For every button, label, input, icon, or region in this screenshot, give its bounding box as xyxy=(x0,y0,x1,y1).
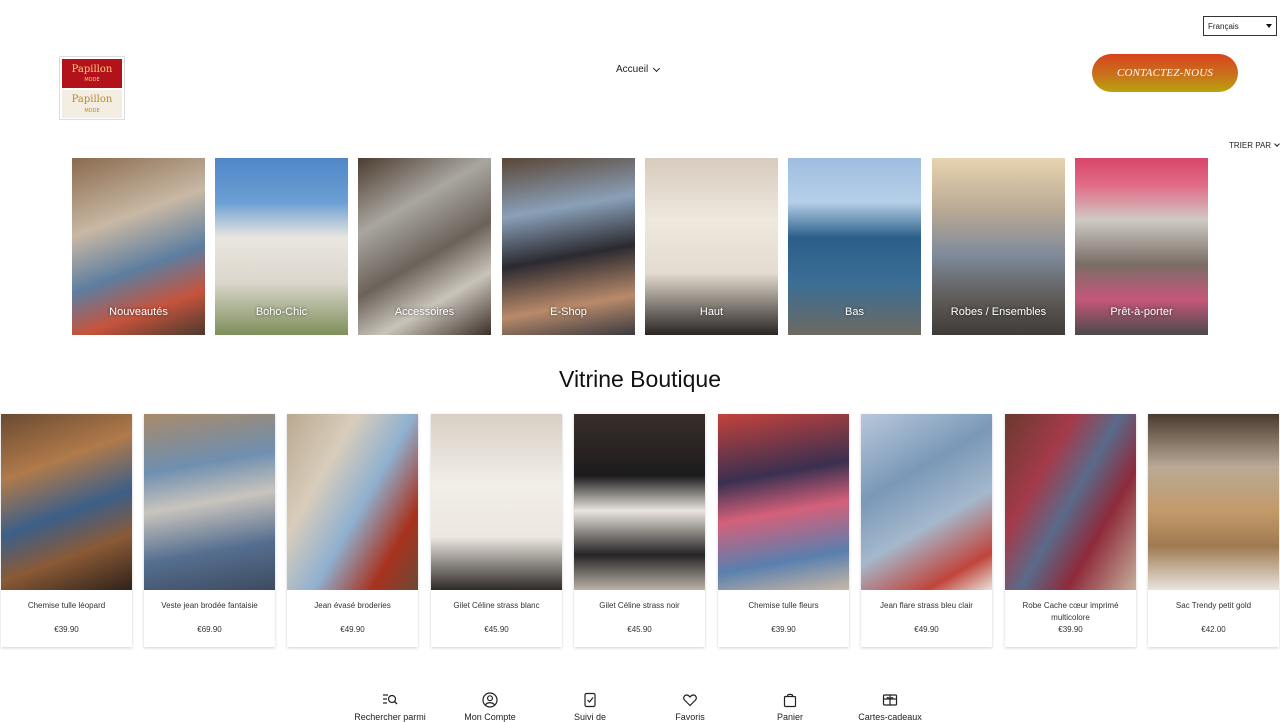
product-image[interactable] xyxy=(431,414,562,590)
category-tile[interactable]: Bas xyxy=(788,158,921,335)
search-list-icon xyxy=(383,694,398,705)
product-price: €45.90 xyxy=(627,625,652,634)
product-card[interactable]: Gilet Céline strass blanc €45.90 xyxy=(431,414,562,647)
category-tile[interactable]: Nouveautés xyxy=(72,158,205,335)
bag-icon xyxy=(783,693,797,708)
category-tile[interactable]: Prêt-à-porter xyxy=(1075,158,1208,335)
logo-subtext: MODE xyxy=(84,77,100,83)
bottom-nav-label: Cartes-cadeaux xyxy=(858,712,922,722)
product-card[interactable]: Gilet Céline strass noir €45.90 xyxy=(574,414,705,647)
product-price: €49.90 xyxy=(914,625,939,634)
order-tracking-icon xyxy=(584,692,596,708)
product-name[interactable]: Gilet Céline strass blanc xyxy=(435,600,558,612)
nav-home-label: Accueil xyxy=(616,64,649,75)
bottom-nav-label: Suivi de xyxy=(573,712,607,722)
site-logo[interactable]: Papillon MODE Papillon MODE xyxy=(59,56,125,120)
contact-button[interactable]: CONTACTEZ-NOUS xyxy=(1092,54,1238,92)
bottom-nav-label: Panier xyxy=(776,712,803,722)
bottom-nav-label: Mon Compte xyxy=(464,712,516,722)
sort-dropdown[interactable]: TRIER PAR xyxy=(1229,141,1280,150)
section-title: Vitrine Boutique xyxy=(559,366,721,392)
product-image[interactable] xyxy=(144,414,275,590)
product-image[interactable] xyxy=(574,414,705,590)
product-price: €45.90 xyxy=(484,625,509,634)
gift-card-icon xyxy=(882,694,898,706)
product-name[interactable]: Sac Trendy petit gold xyxy=(1152,600,1275,612)
nav-home-menu[interactable]: Accueil xyxy=(616,64,661,75)
bottom-nav-gift-cards[interactable]: Cartes-cadeaux xyxy=(840,692,940,722)
heart-icon xyxy=(683,694,697,707)
product-image[interactable] xyxy=(718,414,849,590)
product-card[interactable]: Chemise tulle fleurs €39.90 xyxy=(718,414,849,647)
bottom-nav-cart[interactable]: Panier xyxy=(740,692,840,722)
category-label: Accessoires xyxy=(394,306,455,318)
product-image[interactable] xyxy=(1148,414,1279,590)
product-name[interactable]: Jean évasé broderies xyxy=(291,600,414,612)
product-name[interactable]: Chemise tulle léopard xyxy=(5,600,128,612)
chevron-down-icon xyxy=(1274,141,1280,147)
product-image[interactable] xyxy=(287,414,418,590)
category-label: Robes / Ensembles xyxy=(950,306,1047,318)
category-tile[interactable]: E-Shop xyxy=(502,158,635,335)
product-price: €69.90 xyxy=(197,625,222,634)
product-name[interactable]: Jean flare strass bleu clair xyxy=(865,600,988,612)
product-price: €39.90 xyxy=(1058,625,1083,634)
product-card[interactable]: Veste jean brodée fantaisie €69.90 xyxy=(144,414,275,647)
category-label: Bas xyxy=(845,306,864,318)
product-price: €49.90 xyxy=(340,625,365,634)
category-label: Prêt-à-porter xyxy=(1110,306,1173,318)
product-card[interactable]: Chemise tulle léopard €39.90 xyxy=(1,414,132,647)
product-card[interactable]: Jean flare strass bleu clair €49.90 xyxy=(861,414,992,647)
bottom-nav-favorites[interactable]: Favoris xyxy=(640,692,740,722)
product-image[interactable] xyxy=(861,414,992,590)
category-label: Nouveautés xyxy=(109,306,168,318)
product-name[interactable]: Gilet Céline strass noir xyxy=(578,600,701,612)
product-card[interactable]: Robe Cache cœur imprimé multicolore €39.… xyxy=(1005,414,1136,647)
bottom-nav-tracking[interactable]: Suivi de xyxy=(540,692,640,722)
user-icon xyxy=(482,692,498,708)
chevron-down-icon xyxy=(1266,24,1272,28)
product-image[interactable] xyxy=(1,414,132,590)
bottom-nav-label: Rechercher parmi xyxy=(354,712,426,722)
category-label: Boho-Chic xyxy=(255,306,308,318)
bottom-nav-label: Favoris xyxy=(675,712,705,722)
product-name[interactable]: Robe Cache cœur imprimé multicolore xyxy=(1009,600,1132,624)
sort-label: TRIER PAR xyxy=(1229,141,1272,150)
category-label: E-Shop xyxy=(550,306,587,318)
bottom-nav-search[interactable]: Rechercher parmi xyxy=(340,692,440,722)
logo-text: Papillon xyxy=(71,94,113,105)
product-card[interactable]: Jean évasé broderies €49.90 xyxy=(287,414,418,647)
product-image[interactable] xyxy=(1005,414,1136,590)
product-card[interactable]: Sac Trendy petit gold €42.00 xyxy=(1148,414,1279,647)
language-select[interactable]: Français xyxy=(1203,16,1277,36)
product-name[interactable]: Veste jean brodée fantaisie xyxy=(148,600,271,612)
logo-text: Papillon xyxy=(71,64,113,75)
category-tile[interactable]: Boho-Chic xyxy=(215,158,348,335)
category-label: Haut xyxy=(699,306,724,318)
logo-subtext: MODE xyxy=(84,108,100,114)
bottom-nav-account[interactable]: Mon Compte xyxy=(440,692,540,722)
product-price: €42.00 xyxy=(1201,625,1226,634)
category-tile[interactable]: Accessoires xyxy=(358,158,491,335)
product-name[interactable]: Chemise tulle fleurs xyxy=(722,600,845,612)
product-price: €39.90 xyxy=(54,625,79,634)
language-value: Français xyxy=(1208,21,1239,31)
chevron-down-icon xyxy=(653,64,661,72)
product-price: €39.90 xyxy=(771,625,796,634)
category-tile[interactable]: Robes / Ensembles xyxy=(932,158,1065,335)
category-tile[interactable]: Haut xyxy=(645,158,778,335)
